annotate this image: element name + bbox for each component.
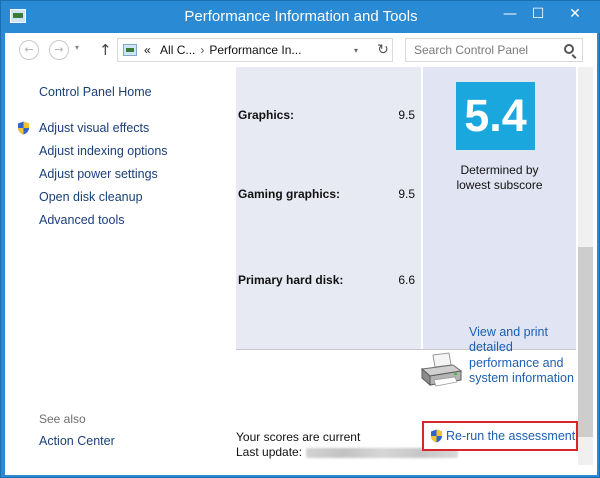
view-and-print-link[interactable]: View and print detailed performance and … — [469, 325, 579, 387]
base-score-tile: 5.4 — [456, 82, 535, 150]
maximize-button[interactable]: ☐ — [524, 3, 552, 27]
last-update-label: Last update: — [236, 445, 303, 459]
rerun-assessment-link[interactable]: Re-run the assessment — [446, 429, 575, 443]
up-button[interactable]: ↑ — [99, 41, 112, 59]
scrollbar-thumb[interactable] — [578, 247, 593, 437]
close-button[interactable]: ✕ — [552, 3, 598, 27]
uac-shield-icon — [431, 429, 442, 443]
control-panel-home-link[interactable]: Control Panel Home — [39, 85, 152, 99]
base-score-column: 5.4 Determined by lowest subscore — [423, 67, 576, 349]
adjust-power-settings-link[interactable]: Adjust power settings — [39, 167, 158, 181]
breadcrumb-all-control-panel[interactable]: All C... — [160, 43, 195, 57]
window-frame: Performance Information and Tools — ☐ ✕ … — [0, 0, 600, 478]
printer-icon — [420, 352, 463, 387]
search-placeholder: Search Control Panel — [414, 43, 529, 57]
component-label: Gaming graphics: — [238, 187, 341, 201]
action-center-link[interactable]: Action Center — [39, 434, 115, 448]
adjust-visual-effects-link[interactable]: Adjust visual effects — [39, 121, 149, 135]
breadcrumb-performance[interactable]: Performance In... — [209, 43, 301, 57]
open-disk-cleanup-link[interactable]: Open disk cleanup — [39, 190, 143, 204]
navigation-bar: ← → ▾ ↑ « All C... › Performance In... ▾ ↻… — [5, 33, 597, 67]
breadcrumb-overflow[interactable]: « — [144, 43, 151, 57]
rerun-highlight-box: Re-run the assessment — [422, 421, 578, 451]
search-input[interactable]: Search Control Panel — [405, 38, 583, 62]
chevron-right-icon[interactable]: › — [200, 43, 204, 57]
component-label: Primary hard disk: — [238, 273, 344, 287]
subscore-table: Graphics: 9.5 Gaming graphics: 9.5 Prima… — [236, 67, 421, 349]
forward-button[interactable]: → — [49, 40, 69, 60]
breadcrumb: « All C... › Performance In... — [144, 43, 301, 57]
control-panel-icon — [123, 44, 137, 56]
scores-status: Your scores are current — [236, 430, 361, 444]
component-label: Graphics: — [238, 108, 295, 122]
title-bar[interactable]: Performance Information and Tools — ☐ ✕ — [1, 1, 600, 33]
window-client: ← → ▾ ↑ « All C... › Performance In... ▾ ↻… — [5, 33, 597, 475]
address-bar[interactable]: « All C... › Performance In... ▾ ↻ — [117, 38, 393, 62]
left-navigation-pane: Control Panel Home Adjust visual effects… — [5, 67, 233, 475]
advanced-tools-link[interactable]: Advanced tools — [39, 213, 124, 227]
uac-shield-icon — [18, 121, 29, 135]
base-score-note: Determined by — [460, 163, 539, 177]
address-dropdown-icon[interactable]: ▾ — [354, 46, 358, 55]
refresh-icon[interactable]: ↻ — [373, 40, 393, 60]
recent-locations-dropdown-icon[interactable]: ▾ — [75, 43, 79, 52]
subscore-value: 9.5 — [398, 108, 415, 122]
subscore-value: 6.6 — [398, 273, 415, 287]
subscore-value: 9.5 — [398, 187, 415, 201]
search-icon[interactable] — [564, 44, 574, 54]
back-button[interactable]: ← — [19, 40, 39, 60]
minimize-button[interactable]: — — [496, 3, 524, 27]
base-score-note: lowest subscore — [456, 178, 543, 192]
adjust-indexing-options-link[interactable]: Adjust indexing options — [39, 144, 168, 158]
see-also-heading: See also — [39, 412, 86, 426]
